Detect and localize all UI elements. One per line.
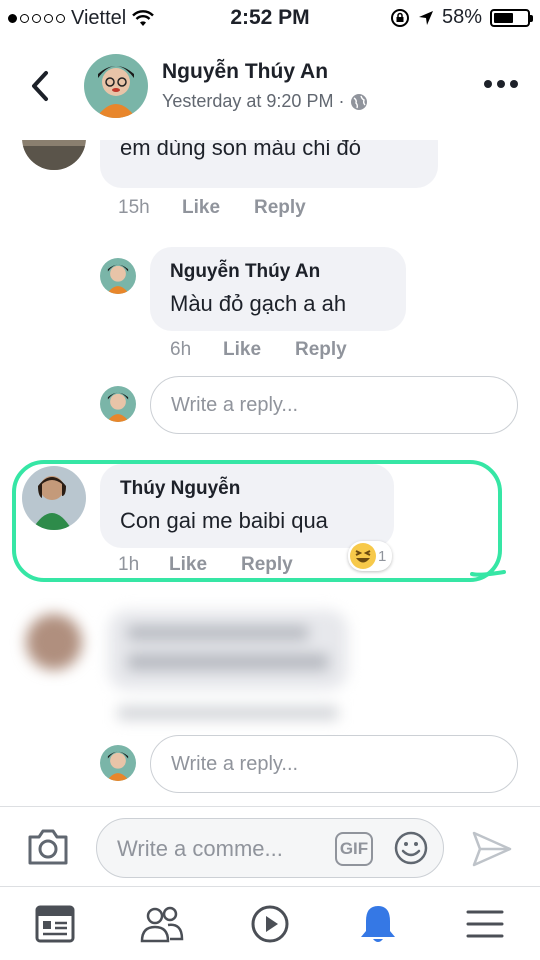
avatar[interactable] [100, 258, 136, 294]
like-button[interactable]: Like [182, 197, 220, 219]
sticker-button[interactable] [393, 830, 429, 866]
bell-icon [361, 906, 395, 942]
comment-time: 1h [118, 554, 140, 575]
avatar[interactable] [22, 140, 86, 170]
back-button[interactable] [22, 66, 58, 106]
reply-placeholder: Write a reply... [171, 753, 299, 775]
reply-button[interactable]: Reply [241, 554, 293, 576]
more-options-button[interactable] [484, 80, 518, 88]
comments-list: em dùng son màu chi đó 15h Like Reply Ng… [0, 140, 540, 806]
rotation-lock-icon [390, 8, 409, 27]
reply-button[interactable]: Reply [254, 197, 306, 219]
comment-text: Con gai me baibi qua [120, 508, 328, 533]
camera-button[interactable] [26, 827, 70, 867]
reply-input[interactable]: Write a reply... [150, 376, 518, 434]
tab-notifications[interactable] [353, 899, 403, 949]
avatar [100, 386, 136, 422]
status-bar: Viettel 2:52 PM 58% [0, 0, 540, 36]
tab-friends[interactable] [137, 899, 187, 949]
like-button[interactable]: Like [223, 339, 261, 361]
battery-icon [490, 8, 533, 27]
comment-bubble: Nguyễn Thúy An Màu đỏ gạch a ah [150, 247, 406, 331]
friends-icon [140, 906, 184, 943]
comment-text: Màu đỏ gạch a ah [170, 291, 347, 316]
tab-menu[interactable] [460, 899, 510, 949]
location-arrow-icon [418, 10, 433, 25]
chevron-left-icon [32, 71, 48, 101]
send-button[interactable] [470, 829, 514, 869]
comment-text: em dùng son màu chi đó [120, 140, 361, 160]
tab-watch[interactable] [245, 899, 295, 949]
comment-bubble: em dùng son màu chi đó [100, 140, 438, 188]
bottom-tab-bar [0, 886, 540, 960]
reply-input[interactable]: Write a reply... [150, 735, 518, 793]
status-right: 58% [390, 6, 533, 29]
menu-icon [466, 910, 504, 938]
comment-time: 6h [170, 339, 192, 360]
reply-placeholder: Write a reply... [171, 394, 299, 416]
haha-reaction-icon [350, 543, 376, 569]
post-header: Nguyễn Thúy An Yesterday at 9:20 PM · [0, 36, 540, 140]
commenter-name[interactable]: Thúy Nguyễn [120, 478, 240, 500]
news-feed-icon [35, 905, 75, 943]
tab-news-feed[interactable] [30, 899, 80, 949]
commenter-name[interactable]: Nguyễn Thúy An [170, 261, 320, 283]
battery-percent: 58% [441, 6, 482, 28]
avatar[interactable] [22, 466, 86, 530]
post-timestamp: Yesterday at 9:20 PM · [162, 91, 345, 111]
post-meta: Yesterday at 9:20 PM · [162, 91, 368, 112]
comment-composer: Write a comme... GIF [0, 806, 540, 886]
camera-icon [28, 829, 68, 865]
reply-button[interactable]: Reply [295, 339, 347, 361]
comment-placeholder: Write a comme... [117, 836, 283, 861]
author-name[interactable]: Nguyễn Thúy An [162, 60, 328, 84]
blurred-comment [22, 610, 362, 730]
reaction-count: 1 [378, 547, 387, 565]
globe-icon [351, 93, 368, 110]
like-button[interactable]: Like [169, 554, 207, 576]
avatar[interactable] [84, 54, 148, 118]
comment-time: 15h [118, 197, 150, 218]
reaction-summary[interactable]: 1 [348, 541, 393, 571]
comment-input[interactable]: Write a comme... GIF [96, 818, 444, 878]
play-icon [251, 905, 289, 943]
gif-button[interactable]: GIF [335, 832, 373, 866]
comment-bubble: Thúy Nguyễn Con gai me baibi qua [100, 464, 394, 548]
highlight-tail [470, 570, 506, 577]
smiley-icon [394, 831, 428, 865]
avatar [100, 745, 136, 781]
screen: Viettel 2:52 PM 58% Nguyễn Thúy An Yeste… [0, 0, 540, 960]
send-icon [472, 831, 512, 867]
